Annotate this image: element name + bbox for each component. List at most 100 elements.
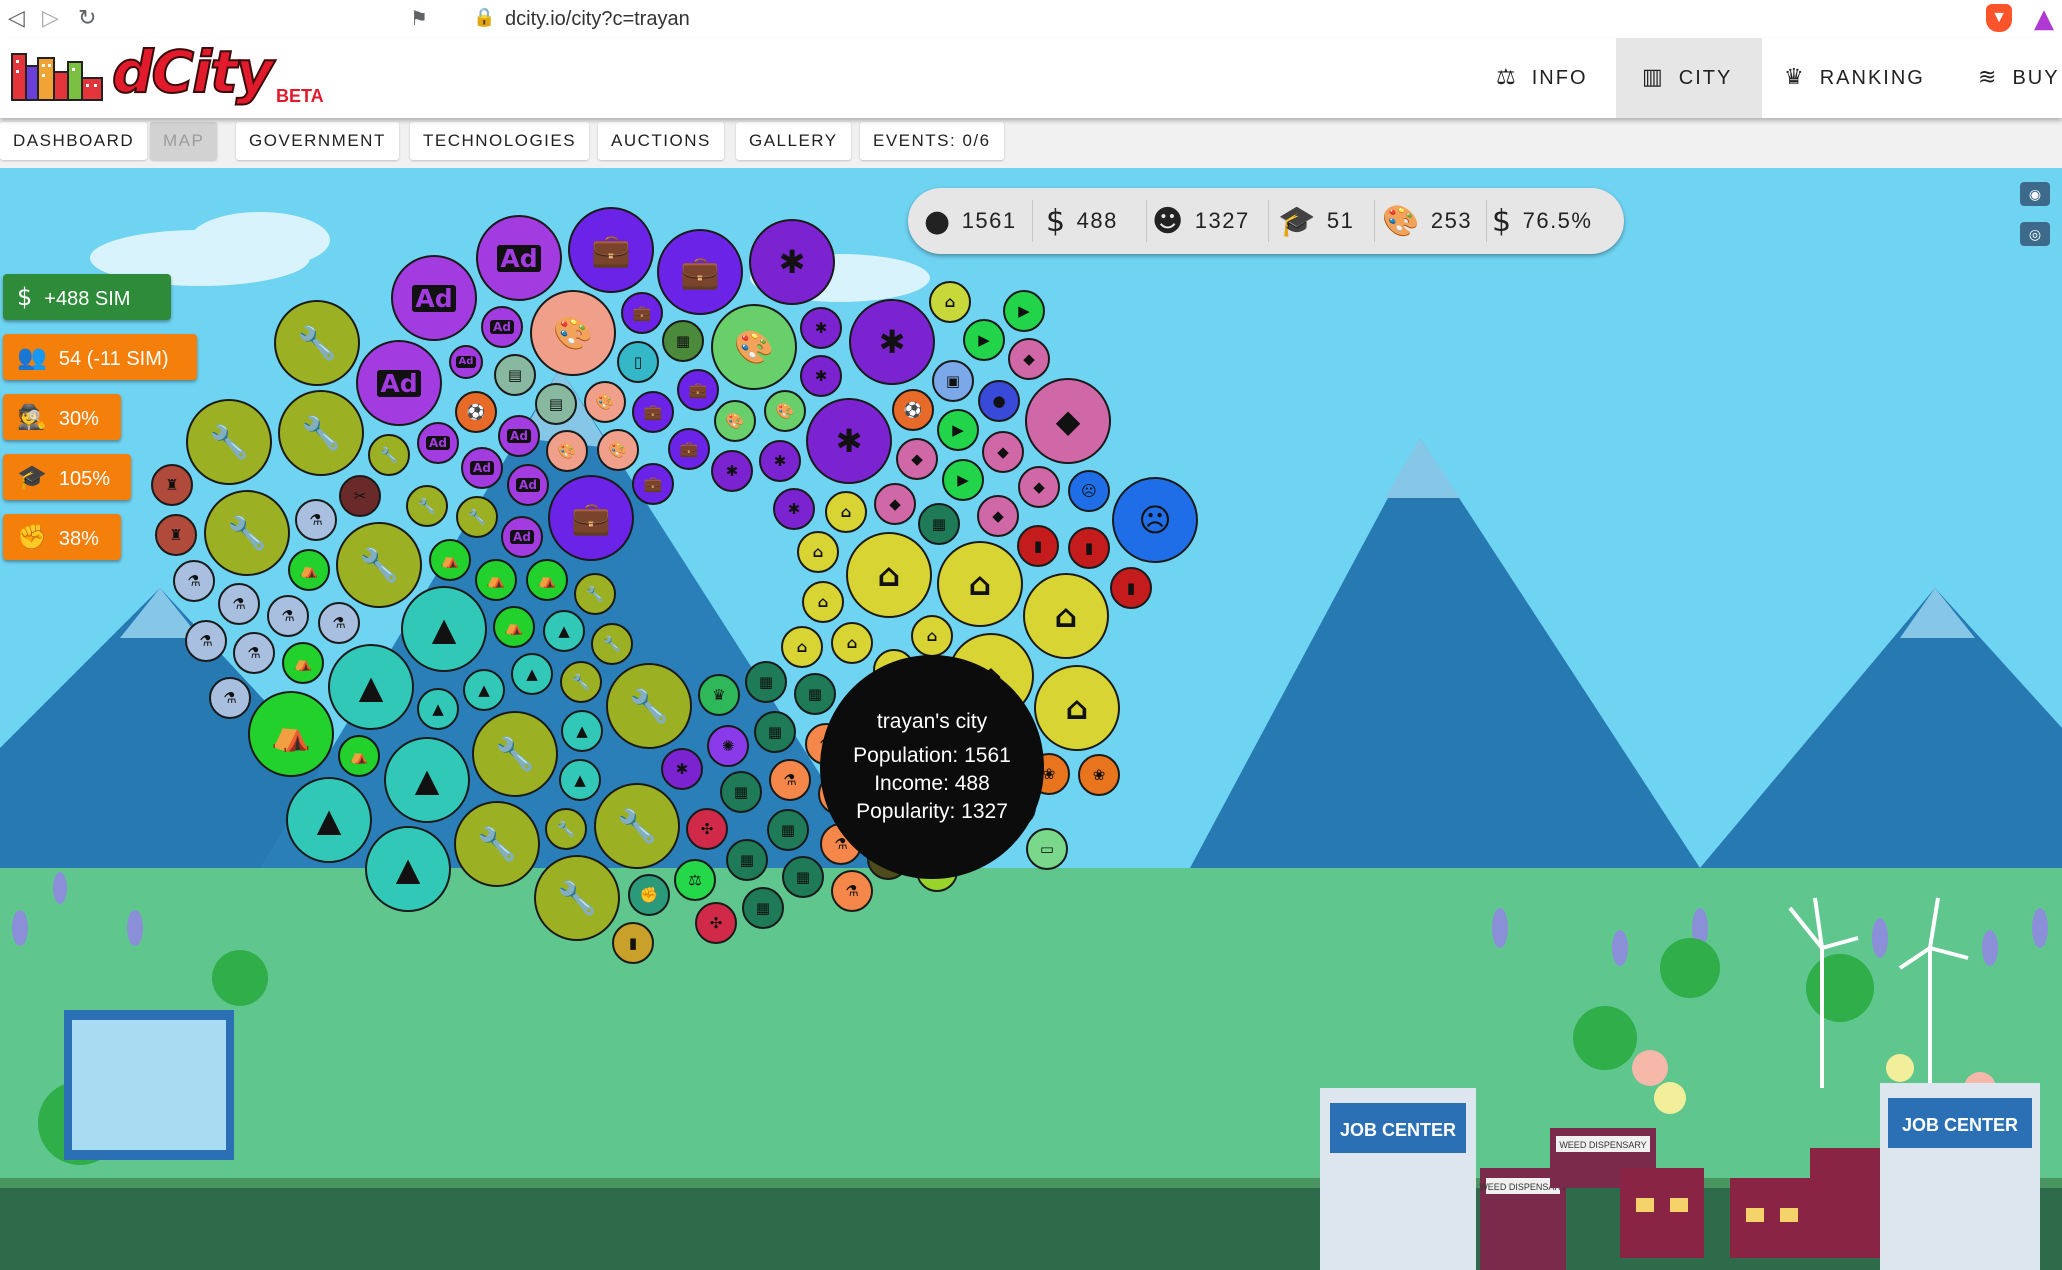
cannabis-building-bubble[interactable]: ✱	[711, 450, 753, 492]
bookmark-icon[interactable]: ⚑	[410, 6, 428, 30]
house-building-bubble[interactable]: ⌂	[911, 615, 953, 657]
stat-income[interactable]: $488	[1046, 188, 1118, 254]
cannabis-building-bubble[interactable]: ✱	[661, 748, 703, 790]
tree-building-bubble[interactable]: ▲	[511, 653, 553, 695]
video-camera-building-bubble[interactable]: ▶	[937, 409, 979, 451]
tree-building-bubble[interactable]: ▲	[286, 777, 372, 863]
building-building-bubble[interactable]: ▦	[767, 809, 809, 851]
building-building-bubble[interactable]: ▦	[918, 503, 960, 545]
theater-building-bubble[interactable]: ♜	[151, 464, 193, 506]
badge-protest[interactable]: ✊ 38%	[3, 514, 121, 560]
house-building-bubble[interactable]: ⌂	[846, 532, 932, 618]
badge-unemployed[interactable]: 👥 54 (-11 SIM)	[3, 334, 197, 380]
stat-creativity[interactable]: 🎨 253	[1382, 188, 1472, 254]
tab-technologies[interactable]: TECHNOLOGIES	[410, 122, 590, 160]
logo-wordmark[interactable]: dCity	[111, 37, 274, 107]
spy-building-bubble[interactable]: ◆	[1025, 378, 1111, 464]
tent-building-bubble[interactable]: ⛺	[288, 549, 330, 591]
stat-population[interactable]: ● 1561	[924, 188, 1017, 254]
image-building-bubble[interactable]: ▭	[1026, 828, 1068, 870]
wrench-building-bubble[interactable]: 🔧	[186, 399, 272, 485]
brave-shield-icon[interactable]: ▼	[1986, 4, 2012, 32]
tent-building-bubble[interactable]: ⛺	[429, 539, 471, 581]
badge-education[interactable]: 🎓 105%	[3, 454, 131, 500]
cannabis-building-bubble[interactable]: ✱	[773, 488, 815, 530]
ad-building-bubble[interactable]: Ad	[461, 447, 503, 489]
forward-icon[interactable]: ▷	[42, 6, 59, 31]
beer-building-bubble[interactable]: ▯	[617, 341, 659, 383]
tent-building-bubble[interactable]: ⛺	[475, 559, 517, 601]
nav-ranking[interactable]: ♛ RANKING	[1784, 38, 1944, 118]
address-bar[interactable]: dcity.io/city?c=trayan	[505, 8, 690, 31]
crown-building-bubble[interactable]: ♛	[698, 674, 740, 716]
ad-building-bubble[interactable]: Ad	[417, 422, 459, 464]
flask-building-bubble[interactable]: ⚗	[173, 560, 215, 602]
ad-building-bubble[interactable]: Ad	[356, 340, 442, 426]
wrench-building-bubble[interactable]: 🔧	[278, 390, 364, 476]
palette-building-bubble[interactable]: 🎨	[546, 430, 588, 472]
spy-building-bubble[interactable]: ◆	[874, 483, 916, 525]
tent-building-bubble[interactable]: ⛺	[338, 735, 380, 777]
palette-building-bubble[interactable]: 🎨	[764, 390, 806, 432]
camera-icon[interactable]: ◉	[2020, 182, 2050, 206]
wrench-building-bubble[interactable]: 🔧	[204, 490, 290, 576]
flask-building-bubble[interactable]: ⚗	[233, 632, 275, 674]
briefcase-building-bubble[interactable]: 💼	[632, 463, 674, 505]
building-building-bubble[interactable]: ▦	[754, 711, 796, 753]
soccer-ball-building-bubble[interactable]: ⚽	[455, 391, 497, 433]
flask-building-bubble[interactable]: ⚗	[318, 602, 360, 644]
video-camera-building-bubble[interactable]: ▶	[963, 319, 1005, 361]
spy-building-bubble[interactable]: ◆	[982, 431, 1024, 473]
badge-sim-income[interactable]: $ +488 SIM	[3, 274, 171, 320]
flask-building-bubble[interactable]: ⚗	[769, 759, 811, 801]
tent-building-bubble[interactable]: ⛺	[493, 606, 535, 648]
tab-government[interactable]: GOVERNMENT	[236, 122, 399, 160]
sad-face-building-bubble[interactable]: ☹	[1112, 477, 1198, 563]
nav-city[interactable]: ▥ CITY	[1616, 38, 1762, 118]
briefcase-building-bubble[interactable]: 💼	[621, 292, 663, 334]
sad-face-building-bubble[interactable]: ☹	[1068, 470, 1110, 512]
badge-crime[interactable]: 🕵 30%	[3, 394, 121, 440]
map-building-bubble[interactable]: ▤	[535, 383, 577, 425]
cube-building-bubble[interactable]: ▣	[932, 360, 974, 402]
house-building-bubble[interactable]: ⌂	[937, 541, 1023, 627]
briefcase-building-bubble[interactable]: 💼	[668, 428, 710, 470]
palette-building-bubble[interactable]: 🎨	[714, 400, 756, 442]
flask-building-bubble[interactable]: ⚗	[218, 583, 260, 625]
palette-building-bubble[interactable]: 🎨	[597, 429, 639, 471]
building-building-bubble[interactable]: ▦	[745, 661, 787, 703]
brave-rewards-icon[interactable]: ▲	[2034, 4, 2054, 34]
wrench-building-bubble[interactable]: 🔧	[456, 496, 498, 538]
briefcase-building-bubble[interactable]: 💼	[677, 369, 719, 411]
flask-building-bubble[interactable]: ⚗	[185, 620, 227, 662]
house-building-bubble[interactable]: ⌂	[825, 491, 867, 533]
wrench-building-bubble[interactable]: 🔧	[472, 711, 558, 797]
building-building-bubble[interactable]: ▦	[720, 771, 762, 813]
cannabis-building-bubble[interactable]: ✱	[800, 307, 842, 349]
wrench-building-bubble[interactable]: 🔧	[606, 663, 692, 749]
paw-building-bubble[interactable]: ❀	[1078, 754, 1120, 796]
fist-building-bubble[interactable]: ✊	[628, 874, 670, 916]
atom-building-bubble[interactable]: ✺	[707, 725, 749, 767]
reload-icon[interactable]: ↻	[78, 6, 96, 31]
wrench-building-bubble[interactable]: 🔧	[534, 855, 620, 941]
tent-building-bubble[interactable]: ⛺	[526, 559, 568, 601]
wrench-building-bubble[interactable]: 🔧	[274, 300, 360, 386]
spy-building-bubble[interactable]: ◆	[977, 495, 1019, 537]
palette-building-bubble[interactable]: 🎨	[711, 304, 797, 390]
palette-building-bubble[interactable]: 🎨	[530, 290, 616, 376]
back-icon[interactable]: ◁	[8, 6, 25, 31]
spy-building-bubble[interactable]: ◆	[1008, 338, 1050, 380]
wrench-building-bubble[interactable]: 🔧	[336, 522, 422, 608]
wrench-building-bubble[interactable]: 🔧	[594, 783, 680, 869]
tree-building-bubble[interactable]: ▲	[401, 586, 487, 672]
tab-auctions[interactable]: AUCTIONS	[598, 122, 724, 160]
ad-building-bubble[interactable]: Ad	[481, 306, 523, 348]
city-summary-bubble[interactable]: trayan's city Population: 1561 Income: 4…	[820, 655, 1044, 879]
spy-building-bubble[interactable]: ◆	[896, 438, 938, 480]
flask-building-bubble[interactable]: ⚗	[267, 595, 309, 637]
tab-dashboard[interactable]: DASHBOARD	[0, 122, 148, 160]
nav-buy[interactable]: ≋ BUY	[1978, 38, 2062, 118]
briefcase-building-bubble[interactable]: 💼	[568, 207, 654, 293]
map-building-bubble[interactable]: ▤	[494, 354, 536, 396]
